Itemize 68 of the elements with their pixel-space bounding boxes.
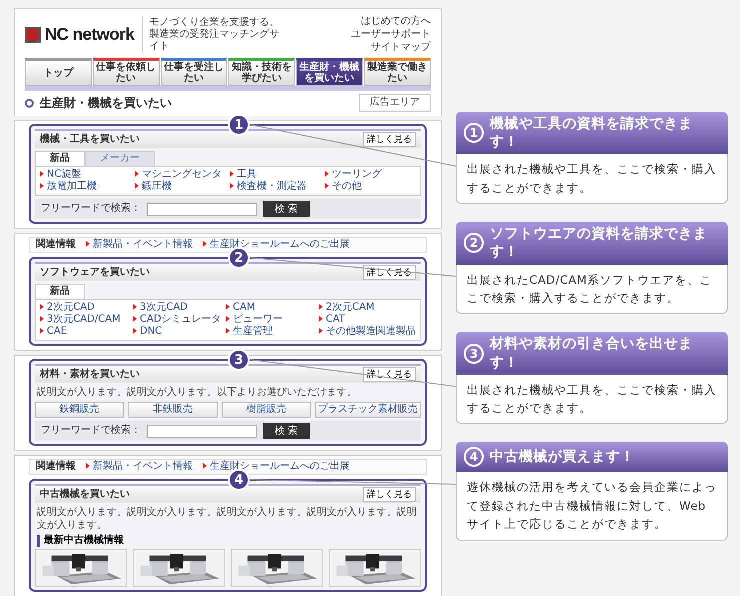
more-button[interactable]: 詳しく見る (363, 487, 416, 502)
callout-number: 4 (464, 447, 484, 468)
category-link[interactable]: 2次元CAD (40, 302, 129, 314)
category-link[interactable]: その他 (325, 181, 416, 193)
category-link[interactable]: 生産管理 (226, 326, 315, 338)
ad-area: 広告エリア (359, 94, 431, 112)
search-label: フリーワードで検索： (41, 425, 141, 437)
callout-text: 遊休機械の活用を考えている会員企業によって登録された中古機械情報に対して、Webサイト上で応じることができます。 (456, 472, 728, 541)
nav-tab[interactable]: 仕事を依頼したい (92, 58, 160, 86)
category-link[interactable]: CAE (40, 326, 129, 338)
gallery-heading: 最新中古機械情報 (37, 535, 419, 547)
category-link[interactable]: CAT (319, 314, 416, 326)
page-title: 生産財・機械を買いたい (40, 94, 172, 112)
related-link[interactable]: 新製品・イベント情報 (86, 239, 193, 251)
header-link[interactable]: サイトマップ (371, 41, 431, 54)
category-button[interactable]: プラスチック素材販売 (314, 402, 421, 418)
category-button[interactable]: 非鉄販売 (128, 402, 218, 418)
more-button[interactable]: 詳しく見る (363, 132, 416, 147)
callout-text: 出展された機械や工具を、ここで検索・購入することができます。 (456, 154, 728, 204)
callout-number: 1 (464, 123, 484, 144)
related-label: 関連情報 (36, 239, 76, 251)
category-link[interactable]: CAM (226, 302, 315, 314)
category-tab[interactable]: 新品 (35, 151, 85, 166)
section-title: 中古機械を買いたい (40, 488, 130, 500)
callout-text: 出展された機械や工具を、ここで検索・購入することができます。 (456, 374, 728, 424)
category-link[interactable]: 2次元CAM (319, 302, 416, 314)
section-title: 機械・工具を買いたい (40, 134, 140, 146)
category-link[interactable]: マシニングセンタ (135, 169, 226, 181)
callout-number: 3 (464, 344, 484, 364)
category-link[interactable]: CADシミュレータ (133, 314, 222, 326)
callout-title: 中古機械が買えます！ (490, 448, 635, 467)
callout-title: ソフトウエアの資料を請求できます！ (490, 225, 708, 262)
related-label: 関連情報 (36, 461, 76, 473)
category-link[interactable]: 3次元CAD/CAM (40, 314, 129, 326)
callout-title: 材料や素材の引き合いを出せます！ (490, 335, 694, 372)
callout-text: 出展されたCAD/CAM系ソフトウエアを、ここで検索・購入することができます。 (456, 264, 728, 314)
nav-tab[interactable]: 生産財・機械を買いたい (296, 58, 364, 86)
category-link[interactable]: ツーリング (325, 169, 416, 181)
category-link[interactable]: NC旋盤 (40, 169, 131, 181)
section-description: 説明文が入ります。説明文が入ります。説明文が入ります。説明文が入ります。説明文が入ります。 (37, 506, 418, 532)
section-title: ソフトウェアを買いたい (40, 266, 150, 278)
site-tagline: モノづくり企業を支援する、製造業の受発注マッチングサイト (142, 16, 284, 52)
nav-tab[interactable]: 知識・技術を学びたい (228, 58, 296, 86)
site-logo[interactable]: NC network (45, 24, 134, 44)
category-link[interactable]: その他製造関連製品 (319, 326, 416, 338)
category-link[interactable]: 放電加工機 (40, 181, 131, 193)
header-link[interactable]: ユーザーサポート (351, 28, 431, 41)
category-link[interactable]: 3次元CAD (133, 302, 222, 314)
category-button[interactable]: 樹脂販売 (222, 402, 311, 418)
related-link[interactable]: 新製品・イベント情報 (86, 461, 193, 473)
category-link[interactable]: 鍛圧機 (135, 181, 226, 193)
callout-number: 2 (464, 233, 484, 254)
callout-title: 機械や工具の資料を請求できます！ (490, 115, 694, 152)
section-title: 材料・素材を買いたい (40, 368, 140, 380)
nav-tab[interactable]: 仕事を受注したい (160, 58, 228, 86)
search-button[interactable]: 検 索 (263, 201, 310, 217)
nav-tab[interactable]: 製造業で働きたい (364, 58, 431, 86)
header-link[interactable]: はじめての方へ (361, 15, 431, 28)
category-link[interactable]: ビューワー (226, 314, 315, 326)
category-link[interactable]: 工具 (230, 169, 321, 181)
nav-tab[interactable]: トップ (25, 58, 92, 86)
category-button[interactable]: 鉄鋼販売 (35, 402, 124, 418)
search-label: フリーワードで検索： (41, 203, 141, 215)
category-link[interactable]: 検査機・測定器 (230, 181, 321, 193)
category-link[interactable]: DNC (133, 326, 222, 338)
category-tab[interactable]: 新品 (35, 284, 85, 299)
search-button[interactable]: 検 索 (263, 423, 310, 439)
section-description: 説明文が入ります。説明文が入ります。以下よりお選びいただけます。 (37, 386, 358, 399)
